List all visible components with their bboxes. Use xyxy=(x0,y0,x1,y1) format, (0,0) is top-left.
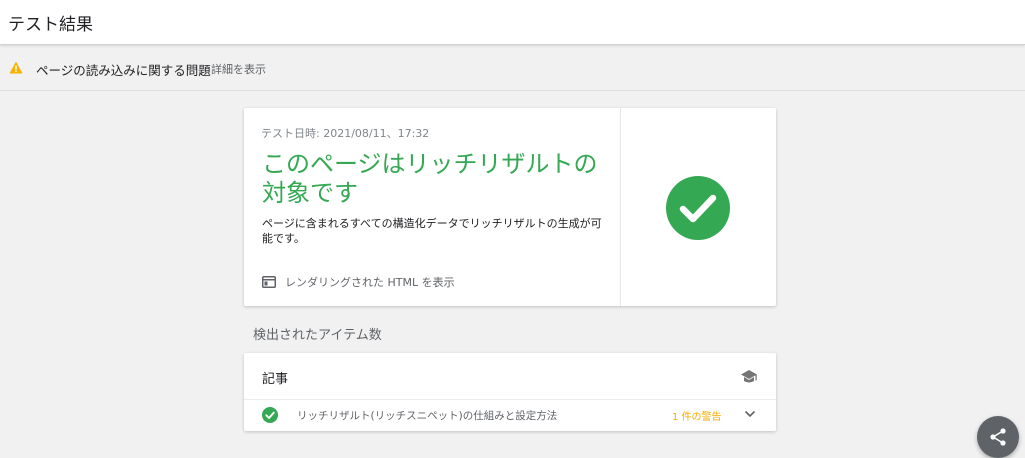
test-date: テスト日時: 2021/08/11、17:32 xyxy=(261,127,430,140)
card-divider xyxy=(620,108,621,306)
school-cap-icon xyxy=(741,370,757,383)
check-circle-icon xyxy=(262,407,278,423)
list-item[interactable]: リッチリザルト(リッチスニペット)の仕組みと設定方法 1 件の警告 xyxy=(244,400,776,431)
chevron-down-icon[interactable] xyxy=(744,410,756,418)
view-rendered-html-link[interactable]: レンダリングされた HTML を表示 xyxy=(262,274,455,290)
show-details-link[interactable]: 詳細を表示 xyxy=(211,61,266,77)
header-bar: テスト結果 xyxy=(0,0,1025,45)
check-circle-icon xyxy=(666,176,730,240)
result-card: テスト日時: 2021/08/11、17:32 このページはリッチリザルトの対象… xyxy=(244,108,776,306)
detected-item-card: 記事 リッチリザルト(リッチスニペット)の仕組みと設定方法 1 件の警告 xyxy=(244,353,776,431)
item-card-title: 記事 xyxy=(262,372,289,387)
view-rendered-html-label: レンダリングされた HTML を表示 xyxy=(285,276,455,289)
warning-icon xyxy=(9,61,23,74)
detected-items-heading: 検出されたアイテム数 xyxy=(253,328,382,343)
warning-count-badge: 1 件の警告 xyxy=(672,412,722,423)
share-icon xyxy=(990,428,1006,446)
item-label: リッチリザルト(リッチスニペット)の仕組みと設定方法 xyxy=(297,410,558,422)
result-title: このページはリッチリザルトの対象です xyxy=(262,150,598,207)
share-button[interactable] xyxy=(977,416,1019,458)
result-description: ページに含まれるすべての構造化データでリッチリザルトの生成が可能です。 xyxy=(262,217,602,245)
warning-text: ページの読み込みに関する問題 xyxy=(36,63,211,78)
web-page-icon xyxy=(262,276,276,288)
page-title: テスト結果 xyxy=(8,15,93,35)
